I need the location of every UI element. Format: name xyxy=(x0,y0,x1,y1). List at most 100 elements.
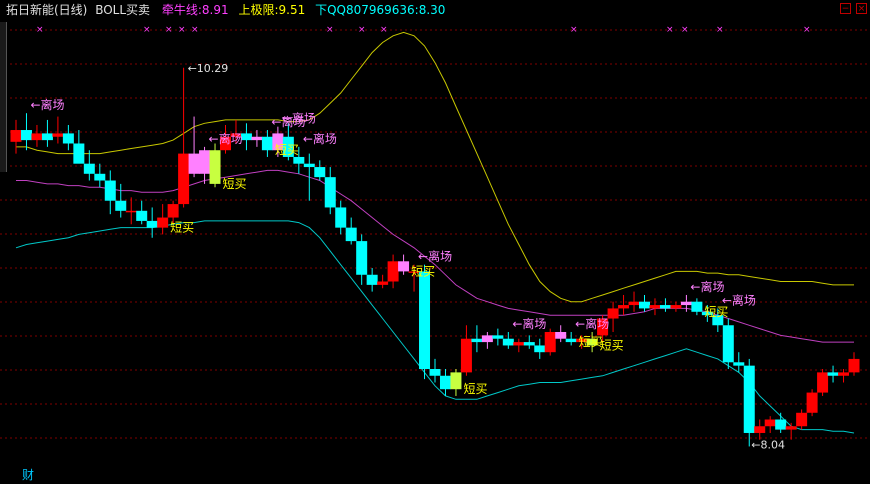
candle-up xyxy=(31,133,43,141)
candle-down xyxy=(775,419,787,430)
candle-up xyxy=(785,426,797,430)
candle-up xyxy=(544,331,556,353)
candle-down xyxy=(429,369,441,376)
candle-up xyxy=(52,133,64,137)
candle-up xyxy=(806,392,818,413)
top-marker-icon: × xyxy=(143,25,151,35)
candle-down xyxy=(743,365,755,433)
top-markers: × × × × × × × × × × × × × xyxy=(36,25,811,35)
candle-down xyxy=(314,167,326,178)
exit-label: ←离场 xyxy=(575,316,609,331)
candle-down xyxy=(366,274,378,285)
short-buy-label: 短买 xyxy=(600,338,624,352)
top-marker-icon: × xyxy=(803,25,811,35)
candle-down xyxy=(188,153,200,174)
short-buy-label: 短买 xyxy=(275,143,299,157)
candle-down xyxy=(115,200,127,211)
finance-tab[interactable]: 财 xyxy=(22,466,34,483)
candle-down xyxy=(827,372,839,376)
candle-down xyxy=(492,335,504,339)
indicator-name: BOLL买卖 xyxy=(95,3,151,17)
candle-up xyxy=(125,210,137,213)
top-marker-icon: × xyxy=(191,25,199,35)
candle-down xyxy=(439,375,451,390)
candle-up xyxy=(838,372,850,376)
candle-down xyxy=(62,133,74,144)
candle-up xyxy=(178,153,190,205)
candle-up xyxy=(251,136,263,141)
top-marker-icon: × xyxy=(681,25,689,35)
candle-down xyxy=(261,136,273,151)
exit-label: ←离场 xyxy=(282,111,316,126)
stock-name: 拓日新能(日线) xyxy=(6,3,88,17)
lower-band-value: 8.30 xyxy=(418,3,446,17)
exit-label: ←离场 xyxy=(722,292,756,307)
low-price-label: ←8.04 xyxy=(751,438,785,451)
candle-down xyxy=(94,173,106,181)
mid-band-value: 8.91 xyxy=(201,3,229,17)
candle-down xyxy=(356,241,368,275)
short-buy-label: 短买 xyxy=(411,264,435,278)
candle-down xyxy=(146,220,158,228)
candle-down xyxy=(471,338,483,343)
candle-up xyxy=(848,358,860,373)
candle-up xyxy=(157,217,169,228)
top-marker-icon: × xyxy=(570,25,578,35)
candle-up xyxy=(680,301,692,306)
candle-up xyxy=(513,342,525,346)
candle-down xyxy=(419,271,431,370)
candle-down xyxy=(324,177,336,208)
minimize-icon[interactable]: − xyxy=(840,3,851,14)
candle-up xyxy=(387,261,399,282)
candle-up xyxy=(618,305,630,309)
candle-down xyxy=(639,301,650,309)
candle-down xyxy=(136,210,148,221)
candle-down xyxy=(303,163,315,168)
stock-title: 拓日新能(日线) BOLL买卖 牵牛线: 8.91 上极限: 9.51 下QQ8… xyxy=(6,0,445,20)
candle-up xyxy=(377,281,389,285)
exit-label: ←离场 xyxy=(30,97,64,112)
candle-down xyxy=(83,163,95,174)
exit-label: ←离场 xyxy=(512,316,546,331)
signal-labels: 短买短买短买短买短买短买短买短买←离场←离场←离场←离场←离场←离场←离场 ←离场… xyxy=(30,62,784,452)
candle-up xyxy=(450,372,462,390)
lower-band-label: 下QQ807969636: xyxy=(315,3,419,17)
exit-label: ←离场 xyxy=(418,249,452,264)
candle-down xyxy=(502,338,514,346)
candle-down xyxy=(398,261,410,272)
candle-up xyxy=(460,338,472,373)
candle-up xyxy=(754,426,766,433)
short-buy-label: 短买 xyxy=(170,221,194,235)
candle-down xyxy=(345,227,357,242)
candle-down xyxy=(659,305,671,309)
candle-down xyxy=(104,180,116,201)
candlestick-chart[interactable]: 短买短买短买短买短买短买短买短买←离场←离场←离场←离场←离场←离场←离场 ←离场… xyxy=(0,0,870,484)
candle-down xyxy=(41,133,53,141)
candle-up xyxy=(649,305,661,309)
candle-up xyxy=(199,150,211,174)
top-marker-icon: × xyxy=(36,25,44,35)
candle-up xyxy=(817,372,829,393)
candle-down xyxy=(335,207,347,228)
top-marker-icon: × xyxy=(358,25,366,35)
top-marker-icon: × xyxy=(165,25,173,35)
exit-label: ←离场 xyxy=(690,279,724,294)
short-buy-label: 短买 xyxy=(223,177,247,191)
candle-up xyxy=(764,419,776,427)
candle-down xyxy=(555,331,567,339)
candle-up xyxy=(670,305,682,309)
candle-up xyxy=(628,301,640,306)
left-toolbar-strip[interactable] xyxy=(0,22,7,172)
top-marker-icon: × xyxy=(380,25,388,35)
high-price-label: ←10.29 xyxy=(188,62,229,75)
exit-label: ←离场 xyxy=(209,131,243,146)
candle-up xyxy=(10,130,22,142)
candle-down xyxy=(733,362,745,366)
close-icon[interactable]: × xyxy=(856,3,867,14)
mid-band-label: 牵牛线: xyxy=(161,3,202,17)
candle-down xyxy=(565,338,577,343)
short-buy-label: 短买 xyxy=(463,382,487,396)
candle-down xyxy=(73,143,85,164)
candle-down xyxy=(209,150,221,184)
upper-band-value: 9.51 xyxy=(278,3,306,17)
